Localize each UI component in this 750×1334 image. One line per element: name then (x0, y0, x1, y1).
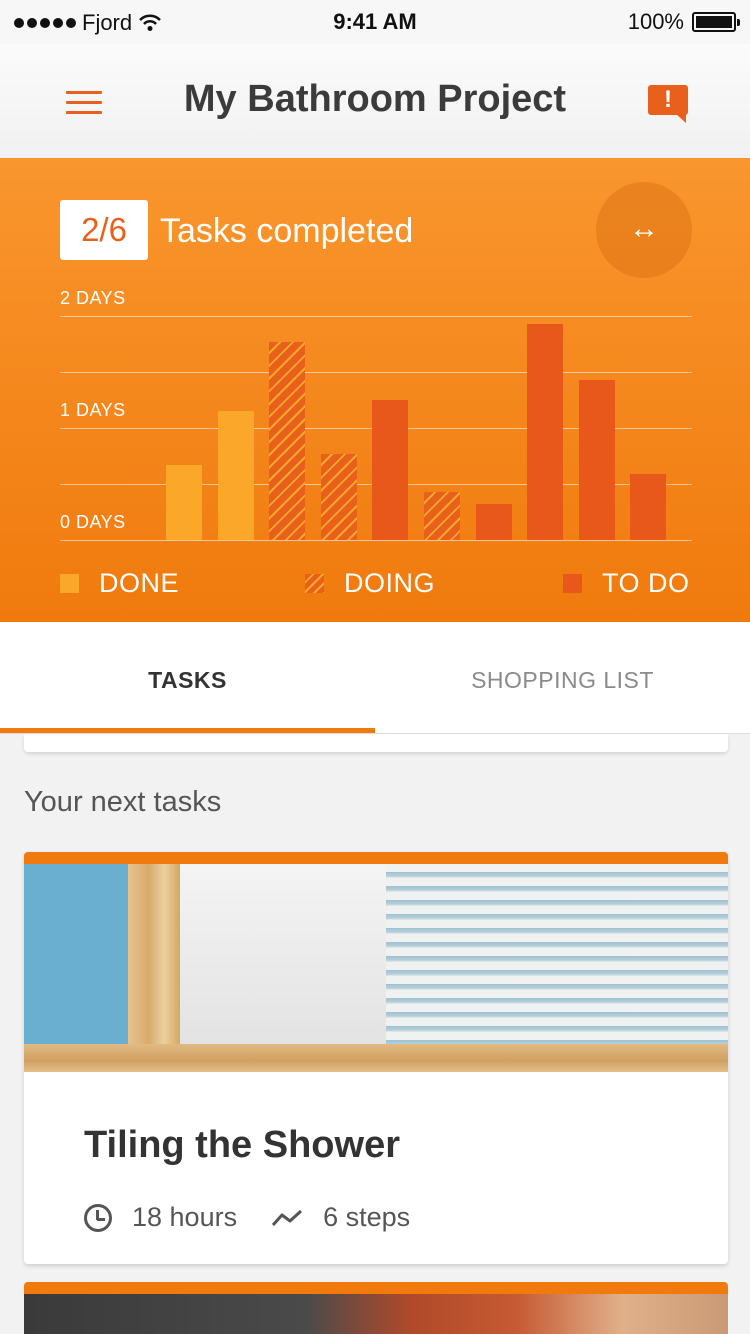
nav-header: My Bathroom Project ! (0, 44, 750, 158)
gridline-1-5 (60, 372, 692, 373)
chart-bar-todo (476, 504, 512, 540)
chart-bar-todo (527, 324, 563, 540)
doing-swatch (305, 574, 324, 593)
swap-view-button[interactable]: ↔ (596, 182, 692, 278)
y-tick-label-1: 1 DAYS (60, 400, 126, 420)
gridline-2 (60, 316, 692, 317)
battery-info: 100% (627, 9, 740, 35)
y-tick-label-2: 2 DAYS (60, 288, 126, 308)
tab-shopping-list[interactable]: SHOPPING LIST (375, 622, 750, 734)
chart-legend: DONE DOING TO DO (60, 568, 692, 598)
legend-done: DONE (60, 568, 179, 599)
alert-icon[interactable]: ! (648, 85, 688, 123)
done-swatch (60, 574, 79, 593)
task-duration: 18 hours (132, 1202, 238, 1232)
chart-bar-doing (424, 492, 460, 540)
chart-bar-todo (372, 400, 408, 540)
task-card-next-image (24, 1294, 728, 1334)
y-tick-label-0: 0 DAYS (60, 512, 126, 532)
steps-icon (271, 1209, 303, 1226)
chart-bar-todo (579, 380, 615, 540)
legend-done-label: DONE (99, 568, 180, 598)
next-tasks-heading: Your next tasks (24, 786, 222, 818)
battery-percent: 100% (627, 9, 684, 34)
legend-todo-label: TO DO (602, 568, 690, 598)
task-card[interactable]: Tiling the Shower 18 hours 6 steps (24, 852, 728, 1264)
battery-icon (692, 12, 740, 32)
task-card-next[interactable] (24, 1282, 728, 1334)
task-card-meta: 18 hours 6 steps (84, 1202, 410, 1233)
chart-bar-doing (321, 454, 357, 540)
active-tab-indicator (0, 728, 375, 733)
chart-bar-done (218, 411, 254, 540)
tasks-count-badge: 2/6 (60, 200, 148, 260)
tasks-completed-label: Tasks completed (160, 212, 414, 250)
task-duration-chart: 2 DAYS 1 DAYS 0 DAYS (60, 288, 692, 544)
legend-todo: TO DO (563, 568, 690, 599)
chart-bar-doing (269, 342, 305, 540)
todo-swatch (563, 574, 582, 593)
previous-card-edge (24, 734, 728, 752)
page-title: My Bathroom Project (183, 78, 567, 120)
legend-doing-label: DOING (344, 568, 436, 598)
clock-icon (84, 1203, 112, 1232)
task-steps: 6 steps (323, 1202, 411, 1232)
progress-panel: 2/6 Tasks completed ↔ 2 DAYS 1 DAYS 0 DA… (0, 158, 750, 622)
task-card-image (24, 864, 728, 1072)
chart-bar-todo (630, 474, 666, 540)
chart-bar-done (166, 465, 202, 540)
tab-bar: TASKS SHOPPING LIST (0, 622, 750, 734)
status-bar: Fjord 9:41 AM 100% (0, 0, 750, 44)
gridline-0 (60, 540, 692, 541)
legend-doing: DOING (305, 568, 435, 599)
task-card-title: Tiling the Shower (84, 1124, 400, 1166)
tab-tasks[interactable]: TASKS (0, 622, 375, 734)
